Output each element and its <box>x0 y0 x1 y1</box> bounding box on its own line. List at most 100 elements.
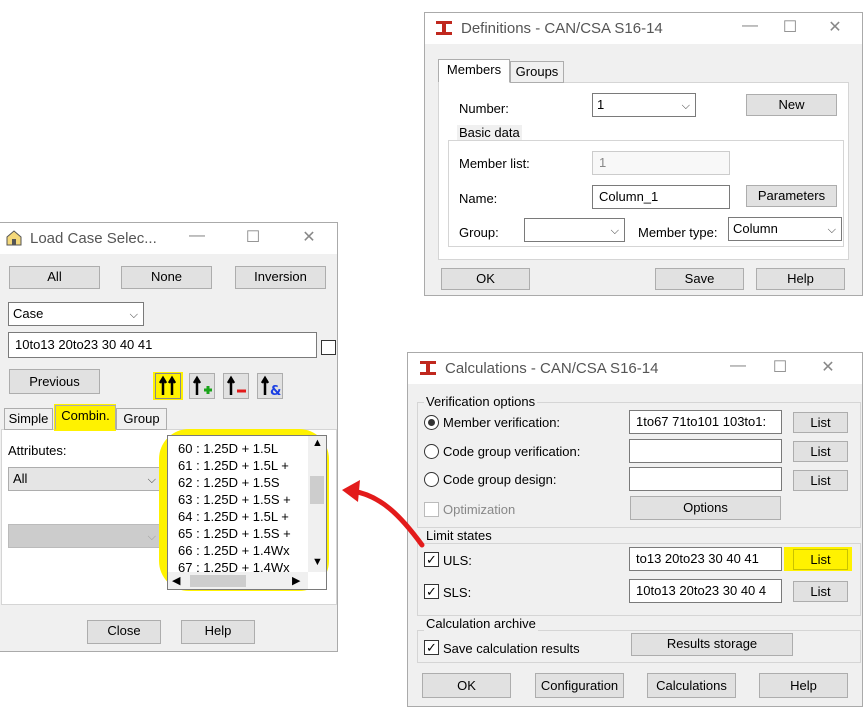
save-results-checkbox[interactable]: ✓ <box>424 640 439 655</box>
group-combo[interactable]: ⌵ <box>524 218 625 242</box>
member-list-button[interactable]: List <box>793 412 848 433</box>
member-list-field[interactable]: 1 <box>592 151 730 175</box>
sls-list-button[interactable]: List <box>793 581 848 602</box>
load-case-titlebar[interactable]: Load Case Selec... — ☐ ✕ <box>0 223 337 254</box>
minimize-icon[interactable]: — <box>740 17 760 35</box>
tab-groups[interactable]: Groups <box>510 61 564 83</box>
annotation-arrow-icon <box>342 480 425 548</box>
load-case-window: Load Case Selec... — ☐ ✕ All None Invers… <box>0 222 338 652</box>
calculations-window: Calculations - CAN/CSA S16-14 — ☐ ✕ Veri… <box>407 352 863 707</box>
list-item[interactable]: 60 : 1.25D + 1.5L <box>178 441 278 456</box>
optimization-label: Optimization <box>443 502 516 517</box>
number-combo[interactable]: 1 ⌵ <box>592 93 696 117</box>
chevron-down-icon: ⌵ <box>681 100 690 112</box>
select-all-combinations-icon[interactable] <box>155 373 181 399</box>
design-list-button[interactable]: List <box>793 470 848 491</box>
uls-label: ULS: <box>443 553 472 568</box>
uls-list-button[interactable]: List <box>793 549 848 570</box>
help-button[interactable]: Help <box>759 673 848 698</box>
save-results-label: Save calculation results <box>443 641 580 656</box>
save-button[interactable]: Save <box>655 268 744 290</box>
help-button[interactable]: Help <box>181 620 255 644</box>
sls-field[interactable]: 10to13 20to23 30 40 4 <box>629 579 782 603</box>
minimize-icon[interactable]: — <box>187 227 207 245</box>
chevron-down-icon: ⌵ <box>610 225 619 237</box>
definitions-title: Definitions - CAN/CSA S16-14 <box>461 20 663 37</box>
uls-checkbox[interactable]: ✓ <box>424 552 439 567</box>
sls-checkbox[interactable]: ✓ <box>424 584 439 599</box>
member-verification-field[interactable]: 1to67 71to101 103to1: <box>629 410 782 434</box>
maximize-icon[interactable]: ☐ <box>780 17 800 37</box>
inversion-button[interactable]: Inversion <box>235 266 326 289</box>
parameters-button[interactable]: Parameters <box>746 185 837 207</box>
code-group-list-button[interactable]: List <box>793 441 848 462</box>
case-selection-field[interactable]: 10to13 20to23 30 40 41 <box>8 332 317 358</box>
scroll-thumb[interactable] <box>310 476 324 504</box>
add-selection-icon[interactable] <box>189 373 215 399</box>
chevron-down-icon: ⌵ <box>147 531 156 543</box>
chevron-down-icon: ⌵ <box>147 474 156 486</box>
ok-button[interactable]: OK <box>422 673 511 698</box>
app-logo-icon <box>420 361 436 375</box>
list-item[interactable]: 66 : 1.25D + 1.4Wx <box>178 543 290 558</box>
tab-group[interactable]: Group <box>116 408 167 430</box>
list-item[interactable]: 62 : 1.25D + 1.5S <box>178 475 280 490</box>
vertical-scrollbar[interactable]: ▲ ▼ <box>308 436 326 572</box>
intersect-selection-icon[interactable]: & <box>257 373 283 399</box>
previous-button[interactable]: Previous <box>9 369 100 394</box>
calculations-button[interactable]: Calculations <box>647 673 736 698</box>
tab-combinations[interactable]: Combin. <box>55 405 116 430</box>
selection-checkbox[interactable] <box>321 340 336 355</box>
case-combo[interactable]: Case ⌵ <box>8 302 144 326</box>
none-button[interactable]: None <box>121 266 212 289</box>
uls-field[interactable]: to13 20to23 30 40 41 <box>629 547 782 571</box>
case-value: Case <box>13 306 44 321</box>
code-group-verification-radio[interactable] <box>424 444 439 459</box>
chevron-left-icon[interactable]: ◀ <box>172 574 180 587</box>
calculations-title: Calculations - CAN/CSA S16-14 <box>445 360 659 377</box>
name-field[interactable]: Column_1 <box>592 185 730 209</box>
tab-simple[interactable]: Simple <box>4 408 53 430</box>
attributes-combo[interactable]: All ⌵ <box>8 467 162 491</box>
combinations-list[interactable]: 60 : 1.25D + 1.5L 61 : 1.25D + 1.5L + 62… <box>167 435 327 590</box>
tab-members[interactable]: Members <box>438 59 510 83</box>
code-group-verification-field[interactable] <box>629 439 782 463</box>
definitions-window: Definitions - CAN/CSA S16-14 — ☐ ✕ Membe… <box>424 12 863 296</box>
close-button[interactable]: Close <box>87 620 161 644</box>
maximize-icon[interactable]: ☐ <box>243 227 263 247</box>
minimize-icon[interactable]: — <box>728 357 748 375</box>
list-item[interactable]: 63 : 1.25D + 1.5S + <box>178 492 291 507</box>
new-button[interactable]: New <box>746 94 837 116</box>
name-label: Name: <box>459 191 498 206</box>
chevron-right-icon[interactable]: ▶ <box>292 574 300 587</box>
all-button[interactable]: All <box>9 266 100 289</box>
maximize-icon[interactable]: ☐ <box>770 357 790 377</box>
options-button[interactable]: Options <box>630 496 781 520</box>
load-case-title: Load Case Selec... <box>30 230 157 247</box>
results-storage-button[interactable]: Results storage <box>631 633 793 656</box>
ok-button[interactable]: OK <box>441 268 530 290</box>
close-icon[interactable]: ✕ <box>818 357 838 377</box>
list-item[interactable]: 65 : 1.25D + 1.5S + <box>178 526 291 541</box>
remove-selection-icon[interactable] <box>223 373 249 399</box>
chevron-up-icon[interactable]: ▲ <box>312 437 323 449</box>
member-type-combo[interactable]: Column ⌵ <box>728 217 842 241</box>
chevron-down-icon[interactable]: ▼ <box>312 556 323 568</box>
configuration-button[interactable]: Configuration <box>535 673 624 698</box>
help-button[interactable]: Help <box>756 268 845 290</box>
list-item[interactable]: 64 : 1.25D + 1.5L + <box>178 509 289 524</box>
group-label: Group: <box>459 225 499 240</box>
definitions-titlebar[interactable]: Definitions - CAN/CSA S16-14 — ☐ ✕ <box>425 13 862 44</box>
list-item[interactable]: 61 : 1.25D + 1.5L + <box>178 458 289 473</box>
member-verification-label: Member verification: <box>443 415 561 430</box>
scroll-thumb[interactable] <box>190 575 246 587</box>
member-verification-radio[interactable] <box>424 415 439 430</box>
calculations-titlebar[interactable]: Calculations - CAN/CSA S16-14 — ☐ ✕ <box>408 353 862 384</box>
close-icon[interactable]: ✕ <box>825 17 845 37</box>
app-logo-icon <box>436 21 452 35</box>
member-type-value: Column <box>733 221 778 236</box>
horizontal-scrollbar[interactable]: ◀ ▶ <box>168 572 308 589</box>
sls-label: SLS: <box>443 585 472 600</box>
code-group-design-field[interactable] <box>629 467 782 491</box>
close-icon[interactable]: ✕ <box>299 227 319 247</box>
